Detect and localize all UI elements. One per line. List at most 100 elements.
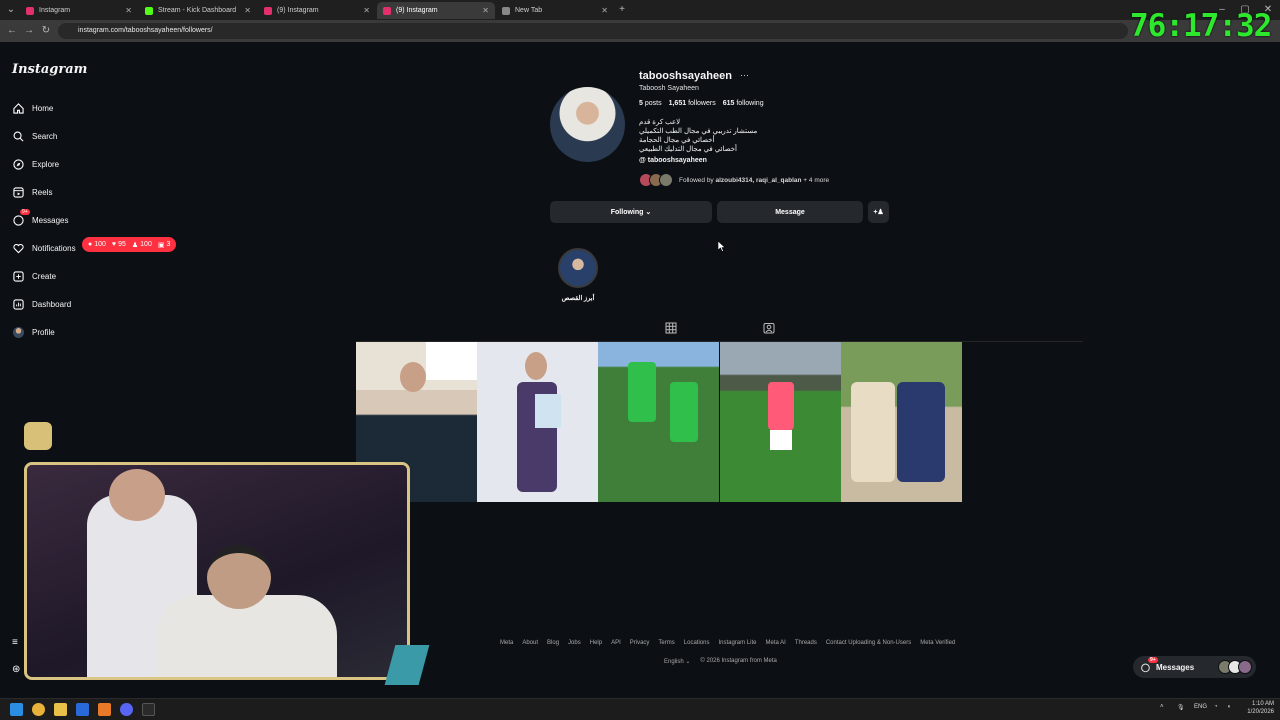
address-bar-row: ← → ↻ instagram.com/tabooshsayaheen/foll… bbox=[0, 20, 1280, 42]
threads-link[interactable]: @ tabooshsayaheen bbox=[639, 157, 707, 164]
notifications-summary-badge[interactable]: ● 100 ♥ 95 ♟ 100 ▣ 3 bbox=[82, 237, 177, 252]
bio-line: مستشار تدريبي في مجال الطب التكميلي bbox=[639, 128, 758, 135]
footer-link[interactable]: Threads bbox=[795, 640, 817, 646]
player-figure bbox=[768, 382, 794, 430]
language-select[interactable]: English ⌄ bbox=[664, 658, 690, 665]
footer-link[interactable]: Meta AI bbox=[765, 640, 785, 646]
sidebar-item-profile[interactable]: Profile bbox=[12, 324, 55, 340]
close-tab-icon[interactable]: ✕ bbox=[363, 6, 370, 15]
following-count: 615 bbox=[722, 100, 735, 107]
footer-link[interactable]: Jobs bbox=[568, 640, 581, 646]
message-button[interactable]: Message bbox=[717, 201, 863, 223]
player-figure bbox=[628, 362, 656, 422]
sidebar-item-label: Profile bbox=[32, 327, 55, 337]
clock-time: 1:10 AM bbox=[1251, 701, 1274, 707]
floating-messages-button[interactable]: ◯ 9+ Messages bbox=[1133, 656, 1256, 678]
footer-link[interactable]: Locations bbox=[684, 640, 710, 646]
home-icon bbox=[12, 102, 24, 114]
footer-link[interactable]: Blog bbox=[547, 640, 559, 646]
browser-tab[interactable]: (9) Instagram ✕ bbox=[258, 2, 376, 19]
forward-icon[interactable]: → bbox=[22, 24, 36, 38]
apps-icon[interactable]: ⊛ bbox=[12, 664, 23, 675]
footer-link[interactable]: Meta Verified bbox=[920, 640, 955, 646]
footer-link[interactable]: Contact Uploading & Non-Users bbox=[826, 640, 911, 646]
profile-avatar[interactable] bbox=[550, 87, 625, 162]
windows-start-icon[interactable] bbox=[10, 703, 23, 716]
followed-by-more: + 4 more bbox=[803, 176, 830, 184]
new-tab-plus-icon[interactable]: + bbox=[615, 3, 629, 17]
footer-link[interactable]: About bbox=[522, 640, 538, 646]
clock-date: 1/20/2026 bbox=[1247, 709, 1274, 715]
close-tab-icon[interactable]: ✕ bbox=[244, 6, 251, 15]
footer-link[interactable]: Terms bbox=[658, 640, 674, 646]
footer-link[interactable]: Privacy bbox=[630, 640, 650, 646]
tray-chevron-icon[interactable]: ˄ bbox=[1160, 704, 1164, 710]
sidebar-item-reels[interactable]: Reels bbox=[12, 184, 52, 200]
following-button[interactable]: Following ⌄ bbox=[550, 201, 712, 223]
tagged-tab-icon[interactable] bbox=[763, 322, 775, 334]
speaker-icon[interactable]: ◖ bbox=[1227, 704, 1231, 710]
posts-grid-tab-icon[interactable] bbox=[665, 322, 677, 334]
menu-icon[interactable]: ≡ bbox=[12, 638, 23, 648]
sidebar-item-explore[interactable]: Explore bbox=[12, 156, 59, 172]
footer-link[interactable]: API bbox=[611, 640, 621, 646]
sidebar-item-label: Explore bbox=[32, 159, 60, 169]
message-button-label: Message bbox=[775, 208, 805, 216]
followed-by[interactable]: Followed by alzoubi4314, raqi_al_qablan … bbox=[639, 172, 829, 188]
browser-tab-active[interactable]: (9) Instagram ✕ bbox=[377, 2, 495, 19]
post-thumbnail[interactable] bbox=[841, 342, 962, 502]
footer-link[interactable]: Instagram Lite bbox=[718, 640, 756, 646]
browser-tab[interactable]: Stream - Kick Dashboard ✕ bbox=[139, 2, 257, 19]
post-thumbnail[interactable] bbox=[477, 342, 598, 502]
poster-sign bbox=[426, 342, 477, 380]
browser-tab[interactable]: Instagram ✕ bbox=[20, 2, 138, 19]
close-tab-icon[interactable]: ✕ bbox=[125, 6, 132, 15]
clock[interactable]: 1:10 AM 1/20/2026 bbox=[1244, 700, 1274, 716]
url-input[interactable]: instagram.com/tabooshsayaheen/followers/ bbox=[58, 23, 1128, 39]
avatar bbox=[12, 326, 24, 338]
likes-count: 95 bbox=[118, 241, 126, 248]
instagram-favicon-icon bbox=[26, 6, 34, 15]
person-figure bbox=[851, 382, 895, 482]
sidebar-item-dashboard[interactable]: Dashboard bbox=[12, 296, 71, 312]
browser-tab[interactable]: New Tab ✕ bbox=[496, 2, 614, 19]
messages-badge: 9+ bbox=[1148, 656, 1158, 663]
file-explorer-icon[interactable] bbox=[54, 703, 67, 716]
following-stat[interactable]: 615 following bbox=[723, 100, 764, 107]
instagram-favicon-icon bbox=[264, 6, 272, 15]
more-options-icon[interactable]: ··· bbox=[740, 70, 749, 80]
obs-icon[interactable] bbox=[142, 703, 155, 716]
url-text: instagram.com/tabooshsayaheen/followers/ bbox=[78, 27, 213, 34]
sidebar-item-home[interactable]: Home bbox=[12, 100, 53, 116]
wifi-icon[interactable]: ◔ bbox=[1214, 704, 1218, 710]
tab-title: New Tab bbox=[515, 7, 543, 14]
tab-list-icon[interactable]: ⌄ bbox=[4, 3, 18, 17]
store-icon[interactable] bbox=[76, 703, 89, 716]
tab-title: Instagram bbox=[39, 7, 71, 14]
language-indicator[interactable]: ENG bbox=[1194, 704, 1207, 710]
story-highlight[interactable] bbox=[558, 248, 598, 288]
app-icon[interactable] bbox=[98, 703, 111, 716]
post-thumbnail[interactable] bbox=[720, 342, 841, 502]
followed-by-prefix: Followed by bbox=[679, 176, 714, 184]
back-icon[interactable]: ← bbox=[5, 24, 19, 38]
footer-link[interactable]: Meta bbox=[500, 640, 513, 646]
sidebar-item-label: Reels bbox=[32, 187, 53, 197]
discord-icon[interactable] bbox=[120, 703, 133, 716]
close-tab-icon[interactable]: ✕ bbox=[482, 6, 489, 15]
followers-stat[interactable]: 1,651 followers bbox=[669, 100, 716, 107]
microphone-icon[interactable]: 🎙 bbox=[1177, 704, 1185, 711]
person-head bbox=[400, 362, 426, 392]
post-thumbnail[interactable] bbox=[598, 342, 719, 502]
chrome-icon[interactable] bbox=[32, 703, 45, 716]
person-head bbox=[109, 469, 165, 521]
sidebar-item-create[interactable]: Create bbox=[12, 268, 56, 284]
sidebar-item-search[interactable]: Search bbox=[12, 128, 57, 144]
instagram-logo[interactable]: Instagram bbox=[12, 62, 87, 77]
suggest-user-button[interactable]: +♟ bbox=[868, 201, 889, 223]
footer-link[interactable]: Help bbox=[590, 640, 602, 646]
sidebar-item-messages[interactable]: 9+ Messages bbox=[12, 209, 68, 228]
reload-icon[interactable]: ↻ bbox=[39, 24, 53, 38]
sidebar-item-notifications[interactable]: Notifications bbox=[12, 240, 76, 256]
close-tab-icon[interactable]: ✕ bbox=[601, 6, 608, 15]
